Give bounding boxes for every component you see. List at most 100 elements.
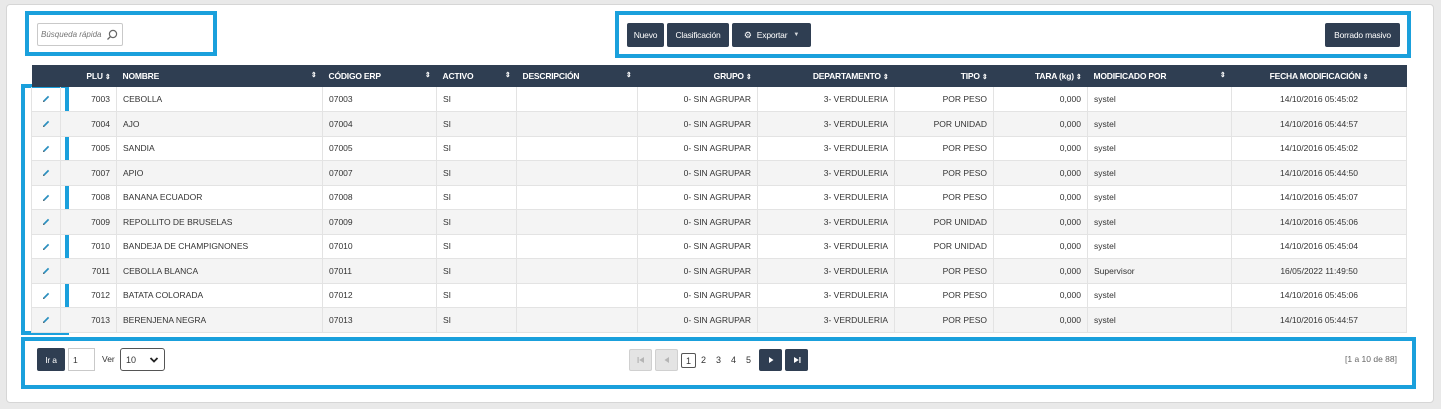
pencil-icon[interactable] [41,193,51,203]
first-page-button[interactable] [629,349,652,371]
edit-cell[interactable] [31,307,61,333]
page-3-link[interactable]: 3 [711,353,726,368]
header-activo[interactable]: ACTIVO ⇕ [436,65,517,87]
header-codigo-erp[interactable]: CÓDIGO ERP ⇕ [322,65,437,87]
table-row[interactable]: 7003 CEBOLLA 07003 SI 0- SIN AGRUPAR 3- VERDU… [31,87,1407,112]
pencil-icon[interactable] [41,119,51,129]
edit-cell[interactable] [31,185,61,210]
activo-cell: SI [436,87,517,112]
activo-cell: SI [436,111,517,137]
descripcion-cell [516,185,638,210]
modificado-por-cell: systel [1087,283,1232,308]
page-numbers: 12345 [681,353,756,369]
header-tipo[interactable]: TIPO ⇕ [894,65,994,87]
table-row[interactable]: 7009 REPOLLITO DE BRUSELAS 07009 SI 0- SIN A… [31,209,1407,235]
header-plu[interactable]: PLU ⇕ [60,65,117,87]
edit-cell[interactable] [31,87,61,112]
tipo-cell: POR UNIDAD [894,111,994,137]
header-nombre[interactable]: NOMBRE ⇕ [116,65,323,87]
plu-cell: 7005 [60,136,117,161]
pencil-icon[interactable] [41,266,51,276]
codigo-erp-cell: 07010 [322,234,437,259]
descripcion-cell [516,258,638,284]
departamento-cell: 3- VERDULERIA [757,136,895,161]
pencil-icon[interactable] [41,217,51,227]
sort-icon: ⇕ [882,74,889,81]
page-2-link[interactable]: 2 [696,353,711,368]
exportar-button[interactable]: ⚙ Exportar ▼ [732,23,811,47]
edit-cell[interactable] [31,283,61,308]
edit-cell[interactable] [31,111,61,137]
edit-cell[interactable] [31,258,61,284]
edit-cell[interactable] [31,209,61,235]
fecha-modificacion-cell: 14/10/2016 05:44:57 [1231,307,1407,333]
goto-page-button[interactable]: Ir a [37,348,65,371]
clasificacion-button[interactable]: Clasificación [667,23,729,47]
header-nombre-label: NOMBRE [122,71,160,81]
pencil-icon[interactable] [41,168,51,178]
tara-cell: 0,000 [993,111,1088,137]
codigo-erp-cell: 07005 [322,136,437,161]
table-row[interactable]: 7008 BANANA ECUADOR 07008 SI 0- SIN AGRUPAR 3… [31,185,1407,210]
modificado-por-cell: Supervisor [1087,258,1232,284]
tipo-cell: POR PESO [894,307,994,333]
header-fecha-modificacion[interactable]: FECHA MODIFICACIÓN ⇕ [1231,65,1407,87]
table-row[interactable]: 7007 APIO 07007 SI 0- SIN AGRUPAR 3- VERDULER… [31,160,1407,186]
edit-cell[interactable] [31,136,61,161]
edit-cell[interactable] [31,234,61,259]
header-modificado-por[interactable]: MODIFICADO POR ⇕ [1087,65,1232,87]
activo-cell: SI [436,258,517,284]
search-input[interactable] [41,27,103,42]
header-descripcion-label: DESCRIPCIÓN [522,71,580,81]
fecha-modificacion-cell: 16/05/2022 11:49:50 [1231,258,1407,284]
next-page-button[interactable] [759,349,782,371]
activo-cell: SI [436,185,517,210]
search-icon[interactable] [105,28,119,42]
edit-cell[interactable] [31,160,61,186]
sort-icon: ⇕ [1219,72,1226,79]
prev-page-button[interactable] [655,349,678,371]
page-5-link[interactable]: 5 [741,353,756,368]
table-row[interactable]: 7012 BATATA COLORADA 07012 SI 0- SIN AGRUPAR… [31,283,1407,308]
tara-cell: 0,000 [993,136,1088,161]
table-row[interactable]: 7004 AJO 07004 SI 0- SIN AGRUPAR 3- VERDULERI… [31,111,1407,137]
departamento-cell: 3- VERDULERIA [757,258,895,284]
page-size-select[interactable]: 10 [120,348,165,371]
page-4-link[interactable]: 4 [726,353,741,368]
header-departamento[interactable]: DEPARTAMENTO ⇕ [757,65,895,87]
table-row[interactable]: 7005 SANDIA 07005 SI 0- SIN AGRUPAR 3- VERDUL… [31,136,1407,161]
tara-cell: 0,000 [993,209,1088,235]
header-grupo[interactable]: GRUPO ⇕ [637,65,758,87]
grupo-cell: 0- SIN AGRUPAR [637,258,758,284]
last-page-button[interactable] [785,349,808,371]
goto-page-input[interactable] [68,348,95,371]
activo-cell: SI [436,136,517,161]
activo-cell: SI [436,160,517,186]
activo-cell: SI [436,307,517,333]
plu-cell: 7003 [60,87,117,112]
header-activo-label: ACTIVO [442,71,474,81]
grupo-cell: 0- SIN AGRUPAR [637,185,758,210]
header-tara[interactable]: TARA (kg) ⇕ [993,65,1088,87]
pencil-icon[interactable] [41,315,51,325]
departamento-cell: 3- VERDULERIA [757,234,895,259]
borrado-masivo-button[interactable]: Borrado masivo [1325,23,1400,47]
descripcion-cell [516,307,638,333]
pencil-icon[interactable] [41,291,51,301]
pencil-icon[interactable] [41,242,51,252]
plu-cell: 7007 [60,160,117,186]
nombre-cell: BATATA COLORADA [116,283,323,308]
table-row[interactable]: 7010 BANDEJA DE CHAMPIGNONES 07010 SI 0- SIN… [31,234,1407,259]
header-fecha-modificacion-label: FECHA MODIFICACIÓN [1269,71,1361,81]
table-row[interactable]: 7011 CEBOLLA BLANCA 07011 SI 0- SIN AGRUPAR 3… [31,258,1407,284]
tara-cell: 0,000 [993,87,1088,112]
page-1-link[interactable]: 1 [681,353,696,368]
fecha-modificacion-cell: 14/10/2016 05:45:06 [1231,209,1407,235]
nuevo-button[interactable]: Nuevo [627,23,664,47]
header-descripcion[interactable]: DESCRIPCIÓN ⇕ [516,65,638,87]
sort-icon: ⇕ [1362,74,1369,81]
tara-cell: 0,000 [993,185,1088,210]
pencil-icon[interactable] [41,94,51,104]
table-row[interactable]: 7013 BERENJENA NEGRA 07013 SI 0- SIN AGRUPAR… [31,307,1407,333]
pencil-icon[interactable] [41,144,51,154]
